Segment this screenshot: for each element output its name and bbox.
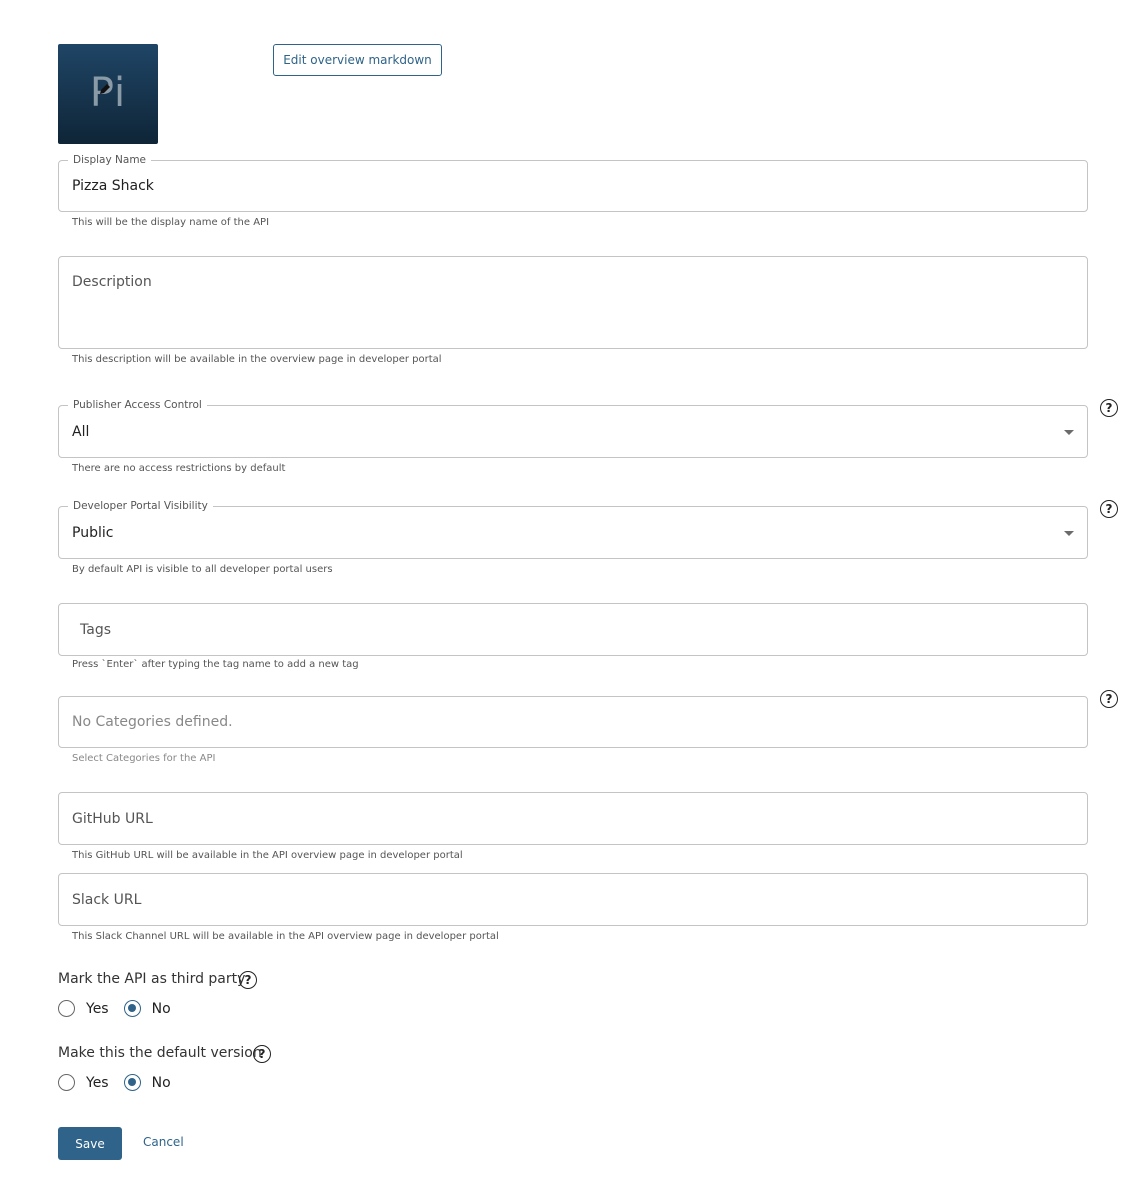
edit-overview-markdown-button[interactable]: Edit overview markdown — [273, 44, 442, 76]
display-name-helper: This will be the display name of the API — [72, 217, 270, 228]
publisher-access-control-select[interactable]: Publisher Access Control All — [58, 398, 1088, 458]
default-version-yes-label: Yes — [86, 1074, 109, 1091]
third-party-yes-label: Yes — [86, 1000, 109, 1017]
github-url-placeholder: GitHub URL — [72, 811, 153, 827]
tags-input[interactable]: Tags — [58, 603, 1088, 656]
help-circle-icon[interactable]: ? — [1100, 500, 1118, 518]
api-thumbnail[interactable]: Pi — [58, 44, 158, 144]
cancel-button[interactable]: Cancel — [143, 1135, 184, 1149]
help-circle-icon[interactable]: ? — [239, 971, 257, 989]
categories-placeholder: No Categories defined. — [72, 714, 233, 730]
github-url-helper: This GitHub URL will be available in the… — [72, 850, 463, 861]
slack-url-input[interactable]: Slack URL — [58, 873, 1088, 926]
tags-placeholder: Tags — [80, 622, 111, 638]
categories-select[interactable]: No Categories defined. — [58, 696, 1088, 748]
publisher-access-control-helper: There are no access restrictions by defa… — [72, 463, 286, 474]
third-party-no-label: No — [151, 1000, 171, 1017]
slack-url-helper: This Slack Channel URL will be available… — [72, 931, 499, 942]
developer-portal-visibility-select[interactable]: Developer Portal Visibility Public — [58, 499, 1088, 559]
developer-portal-visibility-label: Developer Portal Visibility — [68, 499, 213, 513]
tags-helper: Press `Enter` after typing the tag name … — [72, 659, 359, 670]
display-name-field[interactable]: Display Name Pizza Shack — [58, 153, 1088, 212]
help-circle-icon[interactable]: ? — [253, 1045, 271, 1063]
third-party-radio-group: Yes No — [58, 1000, 171, 1017]
save-button[interactable]: Save — [58, 1127, 122, 1160]
description-helper: This description will be available in th… — [72, 354, 442, 365]
slack-url-placeholder: Slack URL — [72, 892, 142, 908]
help-circle-icon[interactable]: ? — [1100, 690, 1118, 708]
pencil-icon[interactable] — [98, 82, 112, 96]
developer-portal-visibility-value: Public — [72, 525, 114, 541]
chevron-down-icon — [1064, 430, 1074, 435]
publisher-access-control-label: Publisher Access Control — [68, 398, 207, 412]
publisher-access-control-value: All — [72, 424, 90, 440]
default-version-no-radio[interactable] — [123, 1074, 141, 1091]
display-name-value: Pizza Shack — [72, 178, 154, 194]
display-name-label: Display Name — [68, 153, 152, 167]
default-version-yes-radio[interactable] — [58, 1074, 75, 1091]
help-circle-icon[interactable]: ? — [1100, 399, 1118, 417]
third-party-no-radio[interactable] — [123, 1000, 141, 1017]
description-field[interactable]: Description — [58, 256, 1088, 349]
chevron-down-icon — [1064, 531, 1074, 536]
third-party-label: Mark the API as third party — [58, 971, 246, 987]
description-placeholder: Description — [72, 274, 152, 290]
default-version-label: Make this the default version — [58, 1045, 262, 1061]
developer-portal-visibility-helper: By default API is visible to all develop… — [72, 564, 333, 575]
default-version-no-label: No — [151, 1074, 171, 1091]
default-version-radio-group: Yes No — [58, 1074, 171, 1091]
third-party-yes-radio[interactable] — [58, 1000, 75, 1017]
github-url-input[interactable]: GitHub URL — [58, 792, 1088, 845]
categories-helper: Select Categories for the API — [72, 753, 216, 764]
